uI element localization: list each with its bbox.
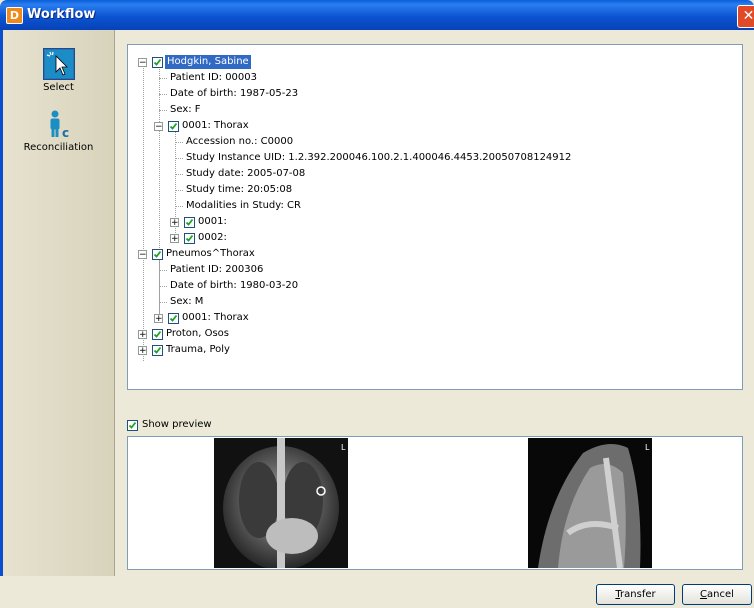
checkbox[interactable] xyxy=(152,345,163,356)
checkbox[interactable] xyxy=(152,329,163,340)
checkbox[interactable] xyxy=(152,249,163,260)
tree-label: Sex: F xyxy=(170,104,201,115)
tree-label: Study time: 20:05:08 xyxy=(186,184,293,195)
expand-icon[interactable]: + xyxy=(170,234,179,244)
window-title: Workflow xyxy=(27,7,96,22)
tree-label: Patient ID: 200306 xyxy=(170,264,264,275)
tree-row-patient[interactable]: − Hodgkin, Sabine xyxy=(138,55,338,69)
tree-label: Date of birth: 1987-05-23 xyxy=(170,88,299,99)
tree-label: Modalities in Study: CR xyxy=(186,200,301,211)
cancel-mnemonic: C xyxy=(700,589,708,600)
svg-text:c: c xyxy=(62,126,69,140)
expand-icon[interactable]: + xyxy=(138,330,147,340)
workflow-sidebar: Select c Reconciliation xyxy=(3,30,115,576)
tree-label: Study date: 2005-07-08 xyxy=(186,168,306,179)
tree-label: 0002: xyxy=(198,232,227,243)
tree-row-patient[interactable]: + Trauma, Poly xyxy=(138,343,338,357)
show-preview-checkbox[interactable] xyxy=(127,420,138,431)
tree-connector xyxy=(175,142,183,143)
checkbox[interactable] xyxy=(168,313,179,324)
checkbox[interactable] xyxy=(168,121,179,132)
checkbox[interactable] xyxy=(152,57,163,68)
expand-icon[interactable]: + xyxy=(170,218,179,228)
tree-row-patient[interactable]: − Pneumos^Thorax xyxy=(138,247,338,261)
cancel-label: ancel xyxy=(707,589,734,600)
tree-connector xyxy=(175,206,183,207)
chest-xray-lateral-image: L xyxy=(528,438,652,569)
tree-connector xyxy=(159,94,167,95)
sidebar-item-select[interactable]: Select xyxy=(3,48,114,93)
tree-connector xyxy=(175,158,183,159)
sidebar-item-label: Reconciliation xyxy=(23,142,94,153)
tree-connector xyxy=(159,286,167,287)
transfer-button[interactable]: Transfer xyxy=(596,584,675,605)
sidebar-item-reconciliation[interactable]: c Reconciliation xyxy=(3,108,114,153)
tree-label: 0001: Thorax xyxy=(182,120,249,131)
tree-label: Patient ID: 00003 xyxy=(170,72,258,83)
expand-icon[interactable]: + xyxy=(154,314,163,324)
tree-label: Pneumos^Thorax xyxy=(166,248,255,259)
tree-label: Accession no.: C0000 xyxy=(186,136,294,147)
xray-thumbnail-frontal[interactable]: L xyxy=(214,438,348,569)
window-titlebar: D Workflow xyxy=(0,0,754,30)
checkbox[interactable] xyxy=(184,233,195,244)
tree-connector xyxy=(159,78,167,79)
tree-label: Sex: M xyxy=(170,296,204,307)
sidebar-item-label: Select xyxy=(43,82,74,93)
collapse-icon[interactable]: − xyxy=(154,122,163,132)
transfer-label: ransfer xyxy=(620,589,656,600)
image-preview-panel: L L xyxy=(127,436,743,570)
person-reconcile-icon: c xyxy=(50,110,69,140)
tree-connector xyxy=(143,61,144,361)
tree-label: Date of birth: 1980-03-20 xyxy=(170,280,299,291)
cursor-select-icon xyxy=(42,48,75,80)
tree-connector xyxy=(159,270,167,271)
tree-row-study[interactable]: − 0001: Thorax xyxy=(154,119,354,133)
checkbox[interactable] xyxy=(184,217,195,228)
tree-connector xyxy=(159,110,167,111)
tree-label: 0001: xyxy=(198,216,227,227)
collapse-icon[interactable]: − xyxy=(138,58,147,68)
tree-connector xyxy=(159,302,167,303)
app-icon: D xyxy=(6,7,23,24)
tree-connector xyxy=(159,257,160,319)
collapse-icon[interactable]: − xyxy=(138,250,147,260)
patient-tree[interactable]: − Hodgkin, Sabine Patient ID: 00003 Date… xyxy=(127,44,743,390)
tree-connector xyxy=(175,190,183,191)
tree-row-series[interactable]: + 0001: xyxy=(170,215,370,229)
laterality-marker: L xyxy=(645,443,650,452)
tree-row-patient[interactable]: + Proton, Osos xyxy=(138,327,338,341)
cancel-button[interactable]: Cancel xyxy=(682,584,752,605)
tree-row-study[interactable]: + 0001: Thorax xyxy=(154,311,354,325)
close-icon[interactable]: ✕ xyxy=(737,5,754,28)
tree-label: 0001: Thorax xyxy=(182,312,249,323)
tree-label: Trauma, Poly xyxy=(166,344,230,355)
tree-row-series[interactable]: + 0002: xyxy=(170,231,370,245)
tree-label: Proton, Osos xyxy=(166,328,230,339)
tree-label: Hodgkin, Sabine xyxy=(165,55,251,69)
tree-connector xyxy=(175,174,183,175)
expand-icon[interactable]: + xyxy=(138,346,147,356)
xray-thumbnail-lateral[interactable]: L xyxy=(528,438,652,569)
chest-xray-frontal-image: L xyxy=(214,438,348,569)
show-preview-label: Show preview xyxy=(142,419,212,430)
laterality-marker: L xyxy=(341,443,346,452)
tree-label: Study Instance UID: 1.2.392.200046.100.2… xyxy=(186,152,572,163)
